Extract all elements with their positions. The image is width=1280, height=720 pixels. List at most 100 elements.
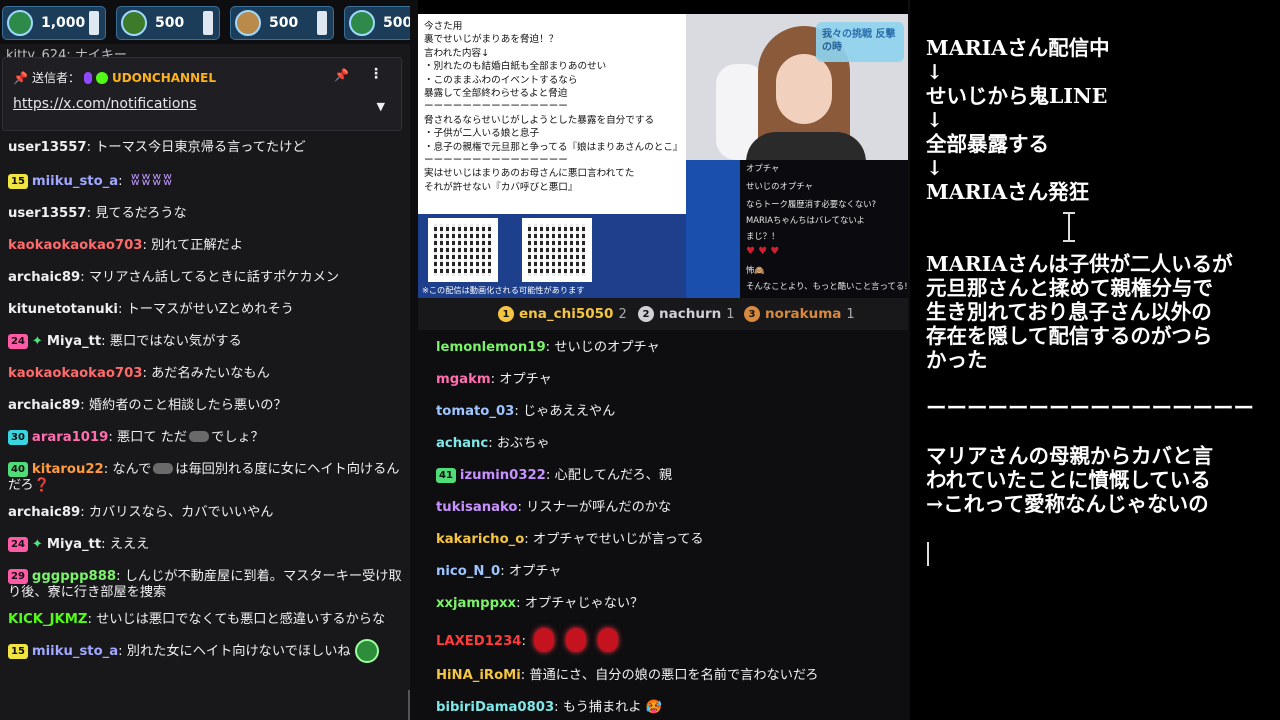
chat-username[interactable]: archaic89 (8, 398, 80, 413)
chat-message: nico_N_0: オプチャ (418, 564, 908, 580)
red-gem-emote-icon (597, 628, 618, 652)
partial-chat-message: kitty_624: ナイキー (6, 48, 127, 57)
sparkle-badge-icon: ✦ (31, 537, 43, 552)
chat-username[interactable]: kitunetotanuki (8, 302, 118, 317)
note-line: 脅されるならせいじがしようとした暴露を自分でする (424, 114, 655, 126)
qr-code-icon (522, 218, 592, 282)
notes-line[interactable]: 生き別れており息子さん以外の (926, 300, 1254, 324)
chat-username[interactable]: LAXED1234 (436, 634, 521, 649)
chat-username[interactable]: kaokaokaokao703 (8, 366, 142, 381)
gift-button[interactable]: 500 (230, 6, 334, 40)
gift-button[interactable]: 500 (344, 6, 410, 40)
pinned-sender-name[interactable]: UDONCHANNEL (112, 71, 216, 85)
chat-username[interactable]: tukisanako (436, 500, 518, 515)
question-icon: ❓ (33, 478, 51, 493)
chat-message: 15 miiku_sto_a: ʬʬʬʬ (0, 172, 410, 190)
chat-username[interactable]: lemonlemon19 (436, 340, 546, 355)
chat-username[interactable]: arara1019 (32, 430, 108, 445)
emote-icon: ʬʬʬʬ (130, 170, 174, 190)
notes-line[interactable]: ↓ (926, 108, 1254, 132)
notes-line[interactable]: せいじから鬼LINE (926, 84, 1254, 108)
chat-username[interactable]: archaic89 (8, 270, 80, 285)
chat-username[interactable]: gggppp888 (32, 569, 116, 584)
gift-amount: 500 (269, 15, 299, 31)
notes-line[interactable]: MARIAさん配信中 (926, 36, 1254, 60)
chat-username[interactable]: kitarou22 (32, 462, 104, 477)
chat-text: : 別れて正解だよ (142, 238, 244, 253)
sub-badge: 24 (8, 537, 28, 552)
chat-message: user13557: トーマス今日東京帰る言ってたけど (0, 140, 410, 156)
chat-text: : オプチャ (490, 372, 552, 387)
rank-badge: 1 (498, 306, 514, 322)
pin-icon[interactable]: 📌 (334, 68, 349, 82)
chat-username[interactable]: mgakm (436, 372, 491, 387)
chat-message: archaic89: カバリスなら、カバでいいやん (0, 505, 410, 521)
notes-line[interactable]: ↓ (926, 156, 1254, 180)
gift-button[interactable]: 1,000 (2, 6, 106, 40)
leaderboard-entry[interactable]: 1 ena_chi5050 2 (498, 306, 627, 322)
notes-line[interactable]: マリアさんの母親からカバと言 (926, 444, 1254, 468)
more-options-icon[interactable]: ⋮ (369, 66, 383, 82)
notes-panel[interactable]: MARIAさん配信中 ↓ せいじから鬼LINE ↓ 全部暴露する ↓ MARIAさん発狂 MA… (910, 0, 1280, 720)
leaderboard-name: norakuma (765, 306, 842, 322)
chat-username[interactable]: user13557 (8, 206, 87, 221)
note-line: ・別れたのも結婚白紙も全部まりあのせい (424, 61, 607, 73)
chat-username[interactable]: kaokaokaokao703 (8, 238, 142, 253)
chat-scrollbar[interactable] (408, 690, 410, 720)
notes-line[interactable]: かった (926, 348, 1254, 372)
gift-button[interactable]: 500 (116, 6, 220, 40)
notes-line[interactable]: MARIAさん発狂 (926, 180, 1254, 204)
webcam-video: 我々の挑戦 反撃の時 (686, 14, 908, 160)
chat-username[interactable]: tomato_03 (436, 404, 514, 419)
chat-username[interactable]: miiku_sto_a (32, 644, 118, 659)
chat-message: 29 gggppp888: しんじが不動産屋に到着。マスターキー受け取り後、寮に行… (0, 569, 410, 601)
notes-line[interactable]: 全部暴露する (926, 132, 1254, 156)
center-chat-list: lemonlemon19: せいじのオプチャ mgakm: オプチャ tomato_… (418, 340, 908, 720)
pinned-link[interactable]: https://x.com/notifications (13, 96, 197, 112)
chat-message: xxjamppxx: オプチャじゃない？ (418, 596, 908, 612)
notes-line[interactable]: ーーーーーーーーーーーーーーーー (926, 396, 1254, 420)
notes-line[interactable]: →これって愛称なんじゃないの (926, 492, 1254, 516)
chat-username[interactable]: user13557 (8, 140, 87, 155)
notes-line[interactable]: MARIAさんは子供が二人いるが (926, 252, 1254, 276)
chat-username[interactable]: HiNA_iRoMi (436, 668, 521, 683)
note-line: 言われた内容↓ (424, 47, 490, 59)
notes-line[interactable] (926, 228, 1254, 252)
sub-badge: 29 (8, 569, 28, 584)
notes-line[interactable]: 存在を隠して配信するのがつら (926, 324, 1254, 348)
overlay-chat-line: そんなことより、もっと酷いこと言ってる! (746, 281, 908, 291)
chat-username[interactable]: kakaricho_o (436, 532, 524, 547)
overlay-chat-line: ♥ ♥ ♥ (746, 246, 780, 257)
chat-username[interactable]: Miya_tt (47, 334, 101, 349)
chat-text: : えええ (101, 537, 150, 552)
chat-username[interactable]: Miya_tt (47, 537, 101, 552)
notes-line[interactable]: われていたことに憤慨している (926, 468, 1254, 492)
leaderboard-entry[interactable]: 2 nachurn 1 (638, 306, 735, 322)
chat-username[interactable]: nico_N_0 (436, 564, 500, 579)
notes-line[interactable] (926, 420, 1254, 444)
chat-username[interactable]: achanc (436, 436, 488, 451)
chat-message: archaic89: 婚約者のこと相談したら悪いの？ (0, 398, 410, 414)
chat-username[interactable]: KICK_JKMZ (8, 612, 87, 627)
leaderboard-entry[interactable]: 3 norakuma 1 (744, 306, 855, 322)
notes-line[interactable]: ↓ (926, 60, 1254, 84)
chat-username[interactable]: miiku_sto_a (32, 174, 118, 189)
chat-username[interactable]: bibiriDama0803 (436, 700, 554, 715)
leaderboard-count: 1 (726, 306, 735, 322)
sub-badge: 24 (8, 334, 28, 349)
pinned-sender-label: 送信者： (31, 71, 80, 85)
gift-icon (235, 10, 261, 36)
notes-text[interactable]: MARIAさん配信中 ↓ せいじから鬼LINE ↓ 全部暴露する ↓ MARIAさん発狂 MA… (926, 36, 1254, 516)
chat-username[interactable]: izumin0322 (460, 468, 546, 483)
chat-username[interactable]: xxjamppxx (436, 596, 516, 611)
notes-line[interactable] (926, 372, 1254, 396)
chevron-down-icon[interactable]: ▼ (377, 100, 385, 113)
gift-bar: 1,000 500 500 500 (0, 0, 410, 44)
qr-code-area: ※この配信は動画化される可能性があります (418, 214, 686, 298)
left-chat-panel: 1,000 500 500 500 kitty_624: ナイキー 📌 送信者： UD… (0, 0, 410, 720)
notes-line[interactable]: 元旦那さんと揉めて親権分与で (926, 276, 1254, 300)
chat-text: : オプチャ (500, 564, 562, 579)
notes-line[interactable] (926, 204, 1254, 228)
chat-username[interactable]: archaic89 (8, 505, 80, 520)
gifter-leaderboard: 1 ena_chi5050 2 2 nachurn 1 3 norakuma 1 (418, 298, 908, 330)
